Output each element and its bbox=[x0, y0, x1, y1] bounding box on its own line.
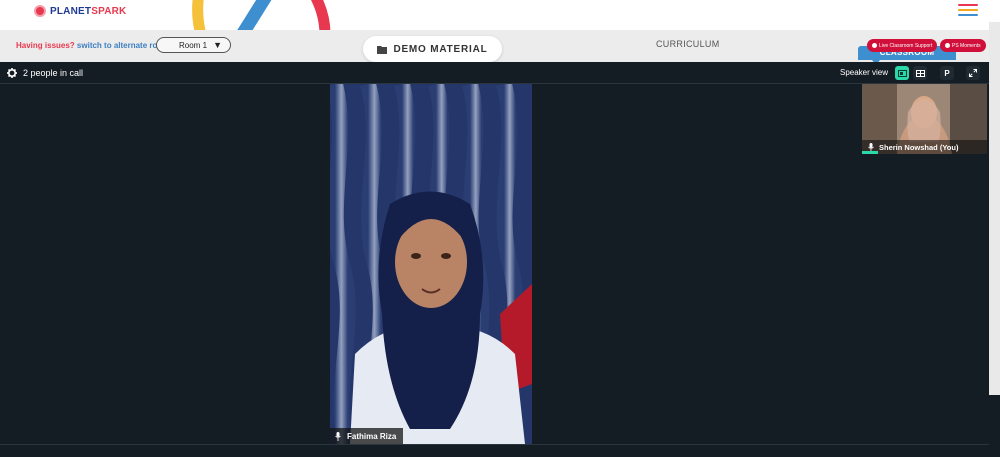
people-in-call: 2 people in call bbox=[7, 68, 83, 78]
main-participant-name-tag: Fathima Riza bbox=[330, 428, 404, 444]
logo-text: PLANETSPARK bbox=[50, 5, 127, 17]
hamburger-menu-icon[interactable] bbox=[958, 4, 978, 18]
p-button[interactable]: P bbox=[940, 66, 954, 80]
fullscreen-icon[interactable] bbox=[966, 66, 980, 80]
call-toolbar: 2 people in call Speaker view P bbox=[0, 62, 1000, 84]
ps-moments-label: PS Moments bbox=[952, 42, 981, 49]
self-participant-name: Sherin Nowshad (You) bbox=[879, 142, 959, 152]
people-count: 2 people in call bbox=[23, 68, 84, 78]
demo-material-label: DEMO MATERIAL bbox=[393, 43, 488, 55]
issue-text: Having issues? bbox=[16, 41, 75, 50]
grid-layout-icon[interactable] bbox=[913, 66, 927, 80]
caret-down-icon: ▼ bbox=[213, 40, 222, 50]
view-mode-label: Speaker view bbox=[840, 68, 889, 77]
demo-material-button[interactable]: DEMO MATERIAL bbox=[363, 36, 502, 62]
call-controls-bar bbox=[0, 444, 989, 457]
gear-icon[interactable] bbox=[7, 68, 17, 78]
ps-moments-button[interactable]: PS Moments bbox=[940, 39, 986, 52]
main-participant-video: Fathima Riza bbox=[330, 84, 532, 444]
app-root: PLANETSPARK Having issues? switch to alt… bbox=[0, 0, 1000, 457]
audio-level-indicator bbox=[862, 151, 878, 154]
speaker-layout-icon[interactable] bbox=[895, 66, 909, 80]
room-select-value: Room 1 bbox=[179, 40, 208, 50]
plus-circle-icon bbox=[872, 43, 877, 48]
participant-video-frame bbox=[330, 84, 532, 444]
room-select[interactable]: Room 1 ▼ bbox=[156, 37, 231, 53]
microphone-icon bbox=[335, 431, 341, 441]
curriculum-tab[interactable]: CURRICULUM bbox=[656, 39, 720, 49]
folder-icon bbox=[377, 45, 388, 54]
logo-mark-icon bbox=[34, 5, 46, 17]
live-support-label: Live Classroom Support bbox=[879, 42, 933, 49]
video-call-area: 2 people in call Speaker view P Fathima … bbox=[0, 62, 1000, 457]
plus-circle-icon bbox=[945, 43, 950, 48]
top-header: PLANETSPARK bbox=[0, 0, 1000, 62]
live-classroom-support-button[interactable]: Live Classroom Support bbox=[867, 39, 938, 52]
issue-notice: Having issues? switch to alternate room bbox=[16, 41, 169, 50]
main-participant-name: Fathima Riza bbox=[347, 431, 397, 441]
classroom-nav-bar: Having issues? switch to alternate room … bbox=[0, 30, 1000, 65]
self-name-tag: Sherin Nowshad (You) bbox=[862, 140, 987, 154]
page-scrollbar[interactable] bbox=[989, 22, 1000, 395]
planetspark-logo[interactable]: PLANETSPARK bbox=[34, 5, 126, 17]
self-video-tile: Sherin Nowshad (You) bbox=[862, 84, 987, 154]
